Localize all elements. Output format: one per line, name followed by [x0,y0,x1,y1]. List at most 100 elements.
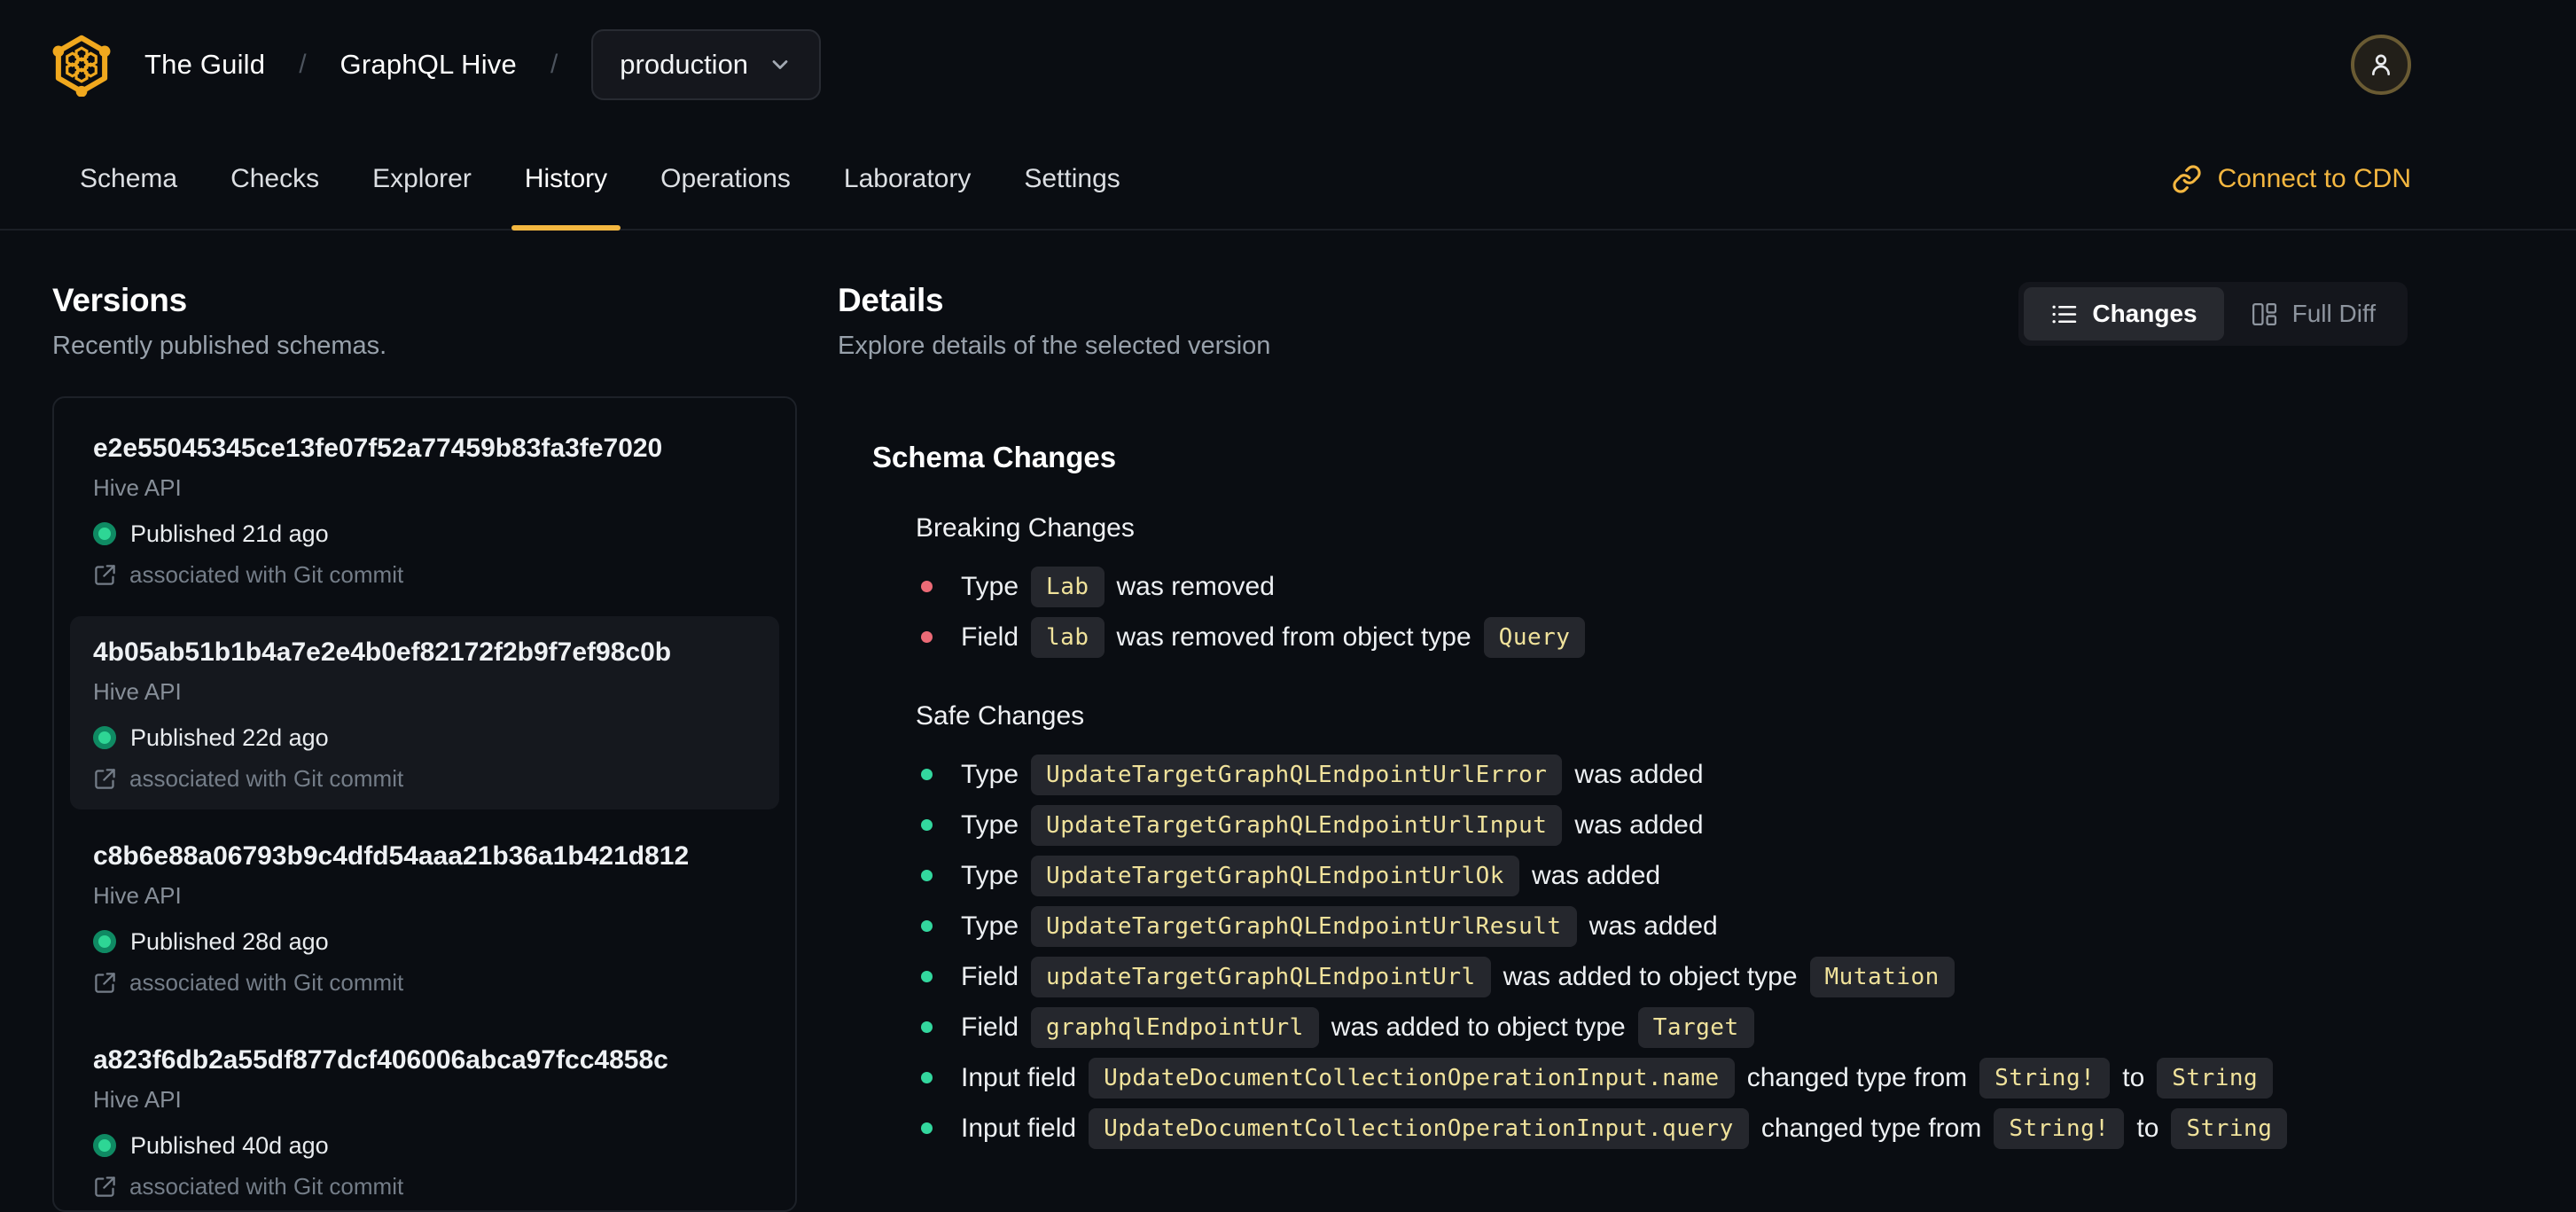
version-card[interactable]: e2e55045345ce13fe07f52a77459b83fa3fe7020… [70,412,779,606]
version-hash: c8b6e88a06793b9c4dfd54aaa21b36a1b421d812 [93,841,690,871]
code-badge: UpdateTargetGraphQLEndpointUrlInput [1031,804,1563,846]
code-badge: Target [1637,1006,1754,1048]
safe-bullet-icon [921,971,933,982]
version-hash: a823f6db2a55df877dcf406006abca97fcc4858c [93,1045,668,1075]
user-icon [2372,54,2390,75]
tab-laboratory[interactable]: Laboratory [831,129,984,229]
external-link-icon [95,564,115,585]
safe-bullet-icon [921,1072,933,1083]
version-published-row: Published 22d ago [93,724,756,751]
version-service-name: Hive API [93,474,182,501]
versions-list: e2e55045345ce13fe07f52a77459b83fa3fe7020… [52,396,797,1212]
safe-change-row: Type UpdateTargetGraphQLEndpointUrlInput w… [916,800,2408,850]
details-title: Details [838,282,944,318]
schema-changes-title: Schema Changes [872,441,1117,473]
breadcrumb-org[interactable]: The Guild [144,49,265,81]
code-badge: Query [1483,616,1586,658]
hive-logo-icon[interactable] [52,33,111,97]
change-text: changed type from [1746,1062,1968,1092]
safe-bullet-icon [921,769,933,780]
target-selector[interactable]: production [591,29,822,100]
version-card[interactable]: 4b05ab51b1b4a7e2e4b0ef82172f2b9f7ef98c0b… [70,616,779,809]
git-commit-label: associated with Git commit [129,1173,404,1200]
safe-changes-list: Type UpdateTargetGraphQLEndpointUrlError w… [916,749,2408,1153]
external-link-icon [95,1176,115,1197]
published-status-dot-icon [93,522,116,545]
details-header: Details Explore details of the selected … [838,282,2408,361]
change-text: was added [1589,911,1718,941]
change-text: Type [961,759,1019,789]
git-commit-link[interactable]: associated with Git commit [93,969,756,996]
git-commit-label: associated with Git commit [129,765,404,792]
details-heading-block: Details Explore details of the selected … [838,282,1270,361]
tab-checks[interactable]: Checks [217,129,332,229]
changes-toggle-button[interactable]: Changes [2024,287,2224,340]
chevron-down-icon [772,60,788,69]
change-text: Type [961,809,1019,840]
published-status-dot-icon [93,1134,116,1157]
change-text: was added [1531,860,1661,890]
git-commit-link[interactable]: associated with Git commit [93,1173,756,1200]
breaking-changes-group: Breaking Changes Type Lab was removed Field… [916,513,2408,1153]
details-panel: Details Explore details of the selected … [838,282,2408,1212]
schema-changes-section: Schema Changes Breaking Changes Type Lab w… [872,441,2408,1153]
git-commit-link[interactable]: associated with Git commit [93,765,756,792]
safe-bullet-icon [921,1021,933,1033]
safe-bullet-icon [921,1122,933,1134]
git-commit-link[interactable]: associated with Git commit [93,561,756,588]
published-status-dot-icon [93,726,116,749]
user-avatar-button[interactable] [2351,35,2411,95]
tabs: Schema Checks Explorer History Operations Lab… [66,129,1160,231]
tab-settings[interactable]: Settings [1011,129,1133,229]
safe-bullet-icon [921,819,933,831]
code-badge: updateTargetGraphQLEndpointUrl [1031,956,1491,997]
breadcrumb: The Guild / GraphQL Hive / production [52,29,822,100]
safe-change-row: Field graphqlEndpointUrl was added to obje… [916,1002,2408,1052]
code-badge: String! [1979,1057,2111,1099]
connect-cdn-link[interactable]: Connect to CDN [2172,129,2411,229]
change-text: Field [961,1012,1019,1042]
code-badge: Mutation [1809,956,1955,997]
breaking-changes-list: Type Lab was removed Field lab was removed fr… [916,561,2408,662]
breaking-bullet-icon [921,581,933,592]
change-text: was added [1574,809,1704,840]
version-service-name: Hive API [93,678,182,705]
version-card[interactable]: a823f6db2a55df877dcf406006abca97fcc4858c… [70,1024,779,1210]
tab-schema[interactable]: Schema [66,129,191,229]
version-service-name: Hive API [93,882,182,909]
code-badge: UpdateDocumentCollectionOperationInput.q… [1089,1107,1749,1149]
change-text: to [2122,1062,2145,1092]
git-commit-label: associated with Git commit [129,561,404,588]
safe-change-row: Field updateTargetGraphQLEndpointUrl was a… [916,951,2408,1002]
breadcrumb-project[interactable]: GraphQL Hive [340,49,517,81]
diff-columns-icon [2252,302,2276,325]
versions-panel: Versions Recently published schemas. e2e… [52,282,797,1212]
full-diff-toggle-button[interactable]: Full Diff [2224,287,2402,340]
tab-explorer[interactable]: Explorer [359,129,485,229]
safe-changes-title: Safe Changes [916,701,1085,731]
tab-operations[interactable]: Operations [647,129,804,229]
code-badge: UpdateTargetGraphQLEndpointUrlOk [1031,855,1519,896]
code-badge: String! [1994,1107,2125,1149]
code-badge: Lab [1031,566,1105,607]
full-diff-toggle-label: Full Diff [2291,300,2376,327]
published-status-dot-icon [93,930,116,953]
code-badge: String [2171,1107,2288,1149]
breaking-changes-title: Breaking Changes [916,513,1135,543]
version-card[interactable]: c8b6e88a06793b9c4dfd54aaa21b36a1b421d812… [70,820,779,1013]
versions-title: Versions [52,282,187,318]
change-text: was added [1574,759,1704,789]
version-published-row: Published 40d ago [93,1132,756,1159]
breaking-change-row: Field lab was removed from object type Quer… [916,612,2408,662]
list-icon [2052,305,2077,323]
change-text: Field [961,961,1019,991]
change-text: changed type from [1760,1113,1982,1143]
main-content: Versions Recently published schemas. e2e… [0,231,2576,1212]
code-badge: String [2157,1057,2274,1099]
tab-history[interactable]: History [511,129,621,231]
safe-change-row: Input field UpdateDocumentCollectionOpera… [916,1103,2408,1153]
view-toggle-group: Changes Full Diff [2018,282,2408,346]
change-text: Input field [961,1113,1077,1143]
version-hash: 4b05ab51b1b4a7e2e4b0ef82172f2b9f7ef98c0b [93,637,672,667]
